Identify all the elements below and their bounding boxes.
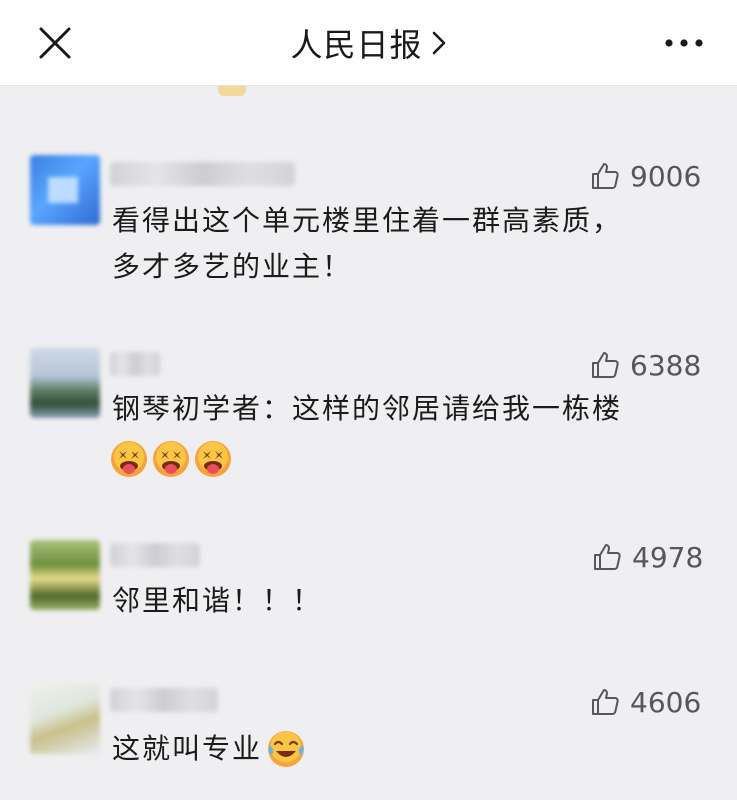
more-dots-icon[interactable] <box>664 34 704 52</box>
username-blurred[interactable] <box>110 543 200 567</box>
comment-line: 多才多艺的业主！ <box>112 250 353 283</box>
like-count: 4978 <box>632 540 704 574</box>
top-bar: 人民日报 <box>0 0 737 86</box>
like-count: 9006 <box>630 159 702 193</box>
comment-text: 这就叫专业 <box>112 726 306 772</box>
like-button[interactable]: 4978 <box>592 540 703 574</box>
like-button[interactable]: 9006 <box>590 159 701 193</box>
partial-sticker <box>218 86 246 96</box>
username-blurred[interactable] <box>110 688 218 712</box>
thumbs-up-icon <box>594 544 621 570</box>
comment-text: 钢琴初学者：这样的邻居请给我一栋楼 <box>112 386 622 432</box>
page-title[interactable]: 人民日报 <box>290 20 422 66</box>
tongue-out-emoji-icon <box>111 441 147 477</box>
title-area: 人民日报 <box>0 0 737 86</box>
crying-laughing-emoji-icon <box>268 731 305 767</box>
like-count: 6388 <box>630 348 702 382</box>
thumbs-up-icon <box>592 163 619 189</box>
avatar[interactable] <box>30 540 100 610</box>
emoji-row <box>110 440 232 478</box>
chevron-right-icon[interactable] <box>431 30 447 56</box>
thumbs-up-icon <box>592 689 619 715</box>
comment-line: 这就叫专业 <box>112 732 263 765</box>
like-button[interactable]: 4606 <box>590 685 701 719</box>
comment-line: 看得出这个单元楼里住着一群高素质， <box>112 204 623 237</box>
like-count: 4606 <box>630 685 702 719</box>
avatar[interactable] <box>30 684 100 754</box>
thumbs-up-icon <box>592 352 619 378</box>
username-blurred[interactable] <box>110 352 160 376</box>
comment-text: 看得出这个单元楼里住着一群高素质， 多才多艺的业主！ <box>112 198 622 290</box>
like-button[interactable]: 6388 <box>590 348 701 382</box>
tongue-out-emoji-icon <box>153 441 189 477</box>
comment-line: 钢琴初学者：这样的邻居请给我一栋楼 <box>112 392 623 425</box>
comment-line: 邻里和谐！！！ <box>112 584 323 617</box>
avatar[interactable] <box>30 348 100 418</box>
comment-text: 邻里和谐！！！ <box>112 578 322 624</box>
username-blurred[interactable] <box>110 162 295 186</box>
tongue-out-emoji-icon <box>195 441 231 477</box>
avatar[interactable] <box>30 155 100 225</box>
